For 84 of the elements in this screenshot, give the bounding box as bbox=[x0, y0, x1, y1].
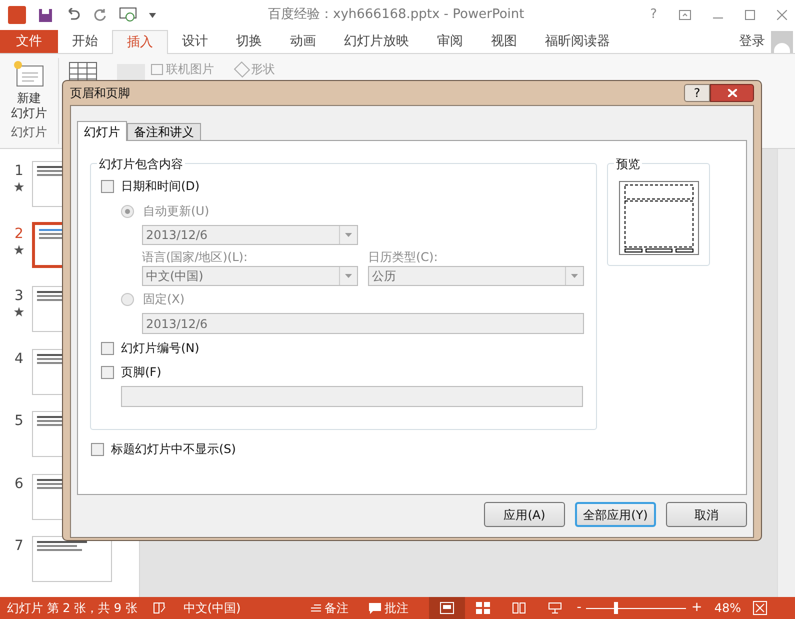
close-button[interactable] bbox=[710, 84, 754, 102]
group-title: 幻灯片包含内容 bbox=[97, 155, 185, 173]
ribbon-tab[interactable]: 设计 bbox=[168, 30, 222, 53]
ribbon-tab[interactable]: 审阅 bbox=[423, 30, 477, 53]
new-slide-icon[interactable] bbox=[13, 60, 45, 88]
save-icon[interactable] bbox=[38, 8, 53, 22]
fixed-date-field[interactable]: 2013/12/6 bbox=[142, 313, 584, 334]
fit-to-window-icon[interactable] bbox=[753, 601, 767, 615]
comment-icon bbox=[368, 602, 381, 614]
dialog-tab[interactable]: 备注和讲义 bbox=[127, 123, 201, 140]
zoom-in-button[interactable]: + bbox=[691, 598, 702, 618]
ribbon-tab[interactable]: 视图 bbox=[477, 30, 531, 53]
checkbox[interactable] bbox=[101, 180, 114, 192]
radio-button[interactable] bbox=[121, 204, 134, 218]
footer-text-field[interactable] bbox=[121, 386, 583, 407]
normal-view-icon bbox=[440, 602, 454, 614]
dialog-tab[interactable]: 幻灯片 bbox=[77, 121, 127, 141]
window-title: 百度经验：xyh666168.pptx - PowerPoint bbox=[268, 6, 524, 24]
radio-label: 固定(X) bbox=[143, 291, 185, 308]
checkbox[interactable] bbox=[101, 342, 114, 354]
scrollbar[interactable] bbox=[777, 149, 795, 597]
dialog-button[interactable]: 全部应用(Y) bbox=[575, 502, 656, 527]
app-logo-icon bbox=[8, 6, 26, 24]
close-icon bbox=[728, 89, 736, 97]
slide-number: 3 bbox=[14, 287, 24, 306]
checkbox[interactable] bbox=[101, 366, 114, 378]
dialog-button[interactable]: 取消 bbox=[666, 502, 747, 527]
dialog-title: 页眉和页脚 bbox=[70, 85, 130, 102]
new-slide-button[interactable]: 新建 幻灯片 bbox=[11, 91, 47, 121]
dropdown[interactable]: 中文(中国) bbox=[142, 266, 358, 286]
caret-icon bbox=[345, 233, 352, 237]
checkbox[interactable] bbox=[91, 442, 104, 456]
book-icon bbox=[512, 602, 526, 614]
slide-number: 1 bbox=[14, 162, 24, 181]
calendar-label: 日历类型(C): bbox=[368, 249, 439, 266]
slideshow-icon[interactable] bbox=[119, 7, 137, 23]
slide-number: 6 bbox=[14, 474, 24, 494]
preview-title: 预览 bbox=[614, 155, 642, 173]
help-button[interactable]: ? bbox=[650, 5, 657, 25]
ribbon-tab[interactable]: 幻灯片放映 bbox=[330, 30, 423, 53]
file-tab[interactable]: 文件 bbox=[0, 30, 58, 53]
zoom-out-button[interactable]: - bbox=[576, 598, 582, 618]
slide-number: 5 bbox=[14, 412, 24, 432]
slide-counter: 幻灯片 第 2 张，共 9 张 bbox=[7, 600, 138, 617]
notes-icon bbox=[310, 604, 321, 612]
spell-check-icon[interactable] bbox=[153, 602, 168, 614]
dropdown[interactable]: 公历 bbox=[368, 266, 584, 286]
redo-icon[interactable] bbox=[93, 8, 107, 22]
checkbox-label: 日期和时间(D) bbox=[121, 178, 200, 195]
language-label: 语言(国家/地区)(L): bbox=[142, 249, 248, 266]
notes-button[interactable]: 备注 bbox=[310, 599, 349, 617]
checkbox-label: 幻灯片编号(N) bbox=[121, 340, 200, 357]
grid-icon bbox=[476, 602, 490, 614]
customize-icon[interactable] bbox=[149, 12, 156, 18]
projector-screen-icon bbox=[548, 602, 562, 614]
ribbon-display-icon[interactable] bbox=[679, 10, 691, 20]
slide-thumbnail[interactable] bbox=[32, 536, 112, 582]
ribbon-tab[interactable]: 切换 bbox=[222, 30, 276, 53]
ribbon-tab[interactable]: 插入 bbox=[112, 30, 168, 54]
dropdown[interactable]: 2013/12/6 bbox=[142, 225, 358, 245]
language-indicator[interactable]: 中文(中国) bbox=[183, 599, 241, 617]
zoom-slider[interactable] bbox=[586, 602, 686, 614]
caret-icon bbox=[345, 274, 352, 278]
sign-in-link[interactable]: 登录 bbox=[739, 30, 771, 53]
ribbon-tab[interactable]: 福昕阅读器 bbox=[531, 30, 624, 53]
normal-view-button[interactable] bbox=[428, 597, 465, 619]
checkbox-label: 页脚(F) bbox=[121, 364, 162, 381]
slide-number: 4 bbox=[14, 350, 24, 369]
close-icon[interactable] bbox=[777, 10, 787, 20]
slide-number: 7 bbox=[14, 537, 24, 556]
ribbon-tab[interactable]: 动画 bbox=[276, 30, 330, 53]
dialog-button[interactable]: 应用(A) bbox=[484, 502, 565, 527]
help-button[interactable]: ? bbox=[684, 84, 710, 102]
maximize-icon[interactable] bbox=[745, 10, 755, 20]
slide-number: 2 bbox=[14, 224, 24, 244]
zoom-percentage[interactable]: 48% bbox=[714, 599, 741, 617]
ribbon-tab[interactable]: 开始 bbox=[58, 30, 112, 53]
radio-button[interactable] bbox=[121, 292, 134, 306]
caret-icon bbox=[571, 274, 578, 278]
group-label: 幻灯片 bbox=[11, 124, 47, 141]
radio-label: 自动更新(U) bbox=[143, 203, 210, 220]
comments-button[interactable]: 批注 bbox=[368, 599, 409, 617]
checkbox-label: 标题幻灯片中不显示(S) bbox=[111, 441, 236, 458]
zoom-slider-thumb[interactable] bbox=[614, 602, 618, 614]
